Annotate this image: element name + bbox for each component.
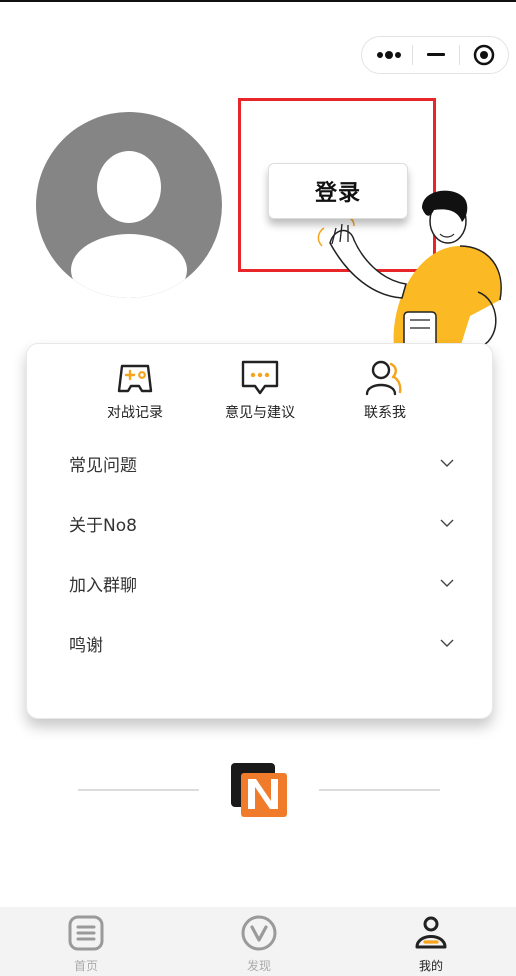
feedback-chat-icon — [241, 360, 279, 395]
profile-person-icon — [415, 916, 447, 949]
battle-record-action[interactable]: 对战记录 — [80, 358, 190, 422]
top-border — [0, 0, 516, 2]
menu-item-about[interactable]: 关于No8 — [69, 503, 454, 543]
minimize-icon — [427, 53, 445, 56]
tab-discover[interactable]: 发现 — [219, 915, 299, 974]
tab-label: 我的 — [418, 959, 443, 973]
close-miniprogram-button[interactable] — [460, 37, 508, 73]
contact-action[interactable]: 联系我 — [330, 358, 440, 422]
login-button[interactable]: 登录 — [268, 163, 408, 219]
target-close-icon — [473, 44, 495, 66]
default-avatar-icon[interactable] — [36, 112, 222, 298]
divider-left — [78, 789, 199, 791]
menu-item-label: 常见问题 — [69, 455, 137, 476]
chevron-down-icon — [440, 459, 454, 467]
divider-right — [319, 789, 440, 791]
chevron-down-icon — [440, 519, 454, 527]
chevron-down-icon — [440, 639, 454, 647]
tab-label: 首页 — [73, 959, 98, 973]
more-dots-icon — [377, 51, 401, 59]
menu-item-label: 关于No8 — [69, 515, 137, 536]
home-list-icon — [68, 915, 104, 951]
n-logo-icon — [231, 763, 287, 817]
contact-person-icon — [365, 360, 402, 396]
tab-home[interactable]: 首页 — [46, 915, 126, 974]
tab-mine[interactable]: 我的 — [391, 915, 471, 974]
menu-item-thanks[interactable]: 鸣谢 — [69, 623, 454, 663]
menu-item-faq[interactable]: 常见问题 — [69, 443, 454, 483]
gamepad-icon — [117, 364, 153, 393]
bottom-tab-bar: 首页 发现 我的 — [0, 907, 516, 976]
tab-label: 发现 — [246, 959, 271, 973]
contact-label: 联系我 — [364, 405, 406, 421]
menu-item-label: 鸣谢 — [69, 635, 103, 656]
miniprogram-capsule — [361, 36, 509, 74]
feedback-label: 意见与建议 — [225, 405, 295, 421]
more-button[interactable] — [362, 37, 412, 73]
menu-card: 对战记录 意见与建议 联系我 常见问题 关于No8 加入群聊 鸣谢 — [26, 343, 493, 719]
menu-item-label: 加入群聊 — [69, 575, 137, 596]
minimize-button[interactable] — [413, 37, 459, 73]
menu-item-join-group[interactable]: 加入群聊 — [69, 563, 454, 603]
feedback-action[interactable]: 意见与建议 — [205, 358, 315, 422]
discover-v-icon — [241, 915, 277, 951]
battle-record-label: 对战记录 — [107, 405, 163, 421]
chevron-down-icon — [440, 579, 454, 587]
